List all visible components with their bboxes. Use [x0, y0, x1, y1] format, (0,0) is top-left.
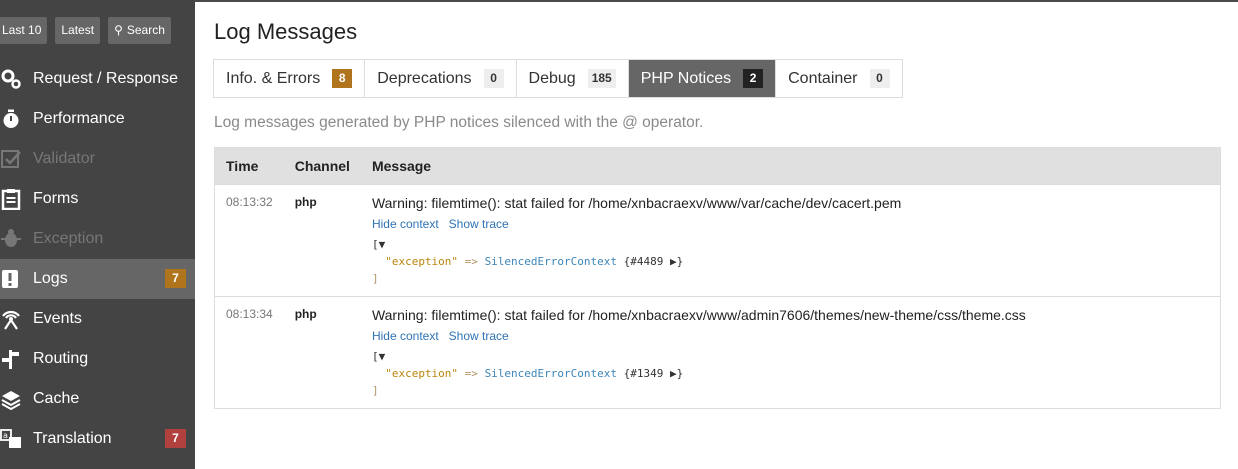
log-message-cell: Warning: filemtime(): stat failed for /h… — [360, 296, 1221, 409]
sidebar-item-performance[interactable]: Performance — [0, 99, 195, 139]
log-channel: php — [283, 296, 361, 409]
search-icon: ⚲ — [114, 23, 123, 37]
dump-class: SilencedErrorContext — [484, 255, 618, 268]
search-button[interactable]: ⚲ Search — [108, 17, 171, 44]
log-time: 08:13:32 — [214, 184, 284, 297]
sidebar-menu: Request / Response Performance Validator… — [0, 59, 195, 459]
sidebar-item-label: Performance — [33, 110, 125, 127]
dump-ref-toggle[interactable]: {#1349 ▶} — [624, 367, 684, 380]
tab-count: 185 — [587, 69, 616, 88]
sidebar-item-cache[interactable]: Cache — [0, 379, 195, 419]
log-channel: php — [283, 184, 361, 297]
sidebar-item-label: Translation — [33, 430, 112, 447]
translation-count-badge: 7 — [165, 429, 186, 448]
dump-class: SilencedErrorContext — [484, 367, 618, 380]
log-message: Warning: filemtime(): stat failed for /h… — [371, 307, 1026, 323]
svg-text:a: a — [3, 431, 8, 440]
stopwatch-icon — [0, 108, 22, 130]
tab-container[interactable]: Container 0 — [776, 60, 901, 97]
table-row: 08:13:34 php Warning: filemtime(): stat … — [214, 296, 1221, 409]
sidebar-item-exception[interactable]: Exception — [0, 219, 195, 259]
table-row: 08:13:32 php Warning: filemtime(): stat … — [214, 184, 1221, 297]
show-trace-link[interactable]: Show trace — [449, 329, 509, 343]
tab-count: 0 — [483, 69, 504, 88]
tab-debug[interactable]: Debug 185 — [517, 60, 629, 97]
dump-key: "exception" — [385, 367, 459, 380]
sidebar-item-label: Cache — [33, 390, 80, 407]
dump-arrow: => — [458, 255, 485, 268]
sidebar-item-translation[interactable]: a Translation 7 — [0, 419, 195, 459]
column-header-channel: Channel — [283, 147, 361, 185]
page-title: Log Messages — [214, 19, 358, 44]
checkbox-icon — [0, 148, 22, 170]
context-dump: [▼ "exception" => SilencedErrorContext {… — [372, 348, 1209, 408]
sidebar-item-label: Validator — [33, 150, 95, 167]
column-header-time: Time — [214, 147, 284, 185]
tab-label: Deprecations — [377, 69, 472, 87]
sidebar-item-label: Request / Response — [33, 70, 178, 87]
translate-icon: a — [0, 428, 22, 450]
dump-close: ] — [371, 384, 379, 397]
tab-label: Container — [788, 69, 858, 87]
cogs-icon — [0, 68, 22, 90]
show-trace-link[interactable]: Show trace — [449, 217, 509, 231]
log-table: Time Channel Message 08:13:32 php Warnin… — [214, 147, 1221, 409]
sidebar-item-label: Exception — [33, 230, 104, 247]
dump-arrow: => — [458, 367, 485, 380]
log-actions: Hide context Show trace — [372, 329, 1209, 343]
main-panel: Log Messages Info. & Errors 8 Deprecatio… — [195, 2, 1238, 469]
tab-count: 8 — [332, 69, 353, 88]
last-10-button[interactable]: Last 10 — [0, 17, 48, 44]
log-tabs: Info. & Errors 8 Deprecations 0 Debug 18… — [213, 59, 903, 98]
search-button-label: Search — [126, 23, 165, 37]
sidebar-item-routing[interactable]: Routing — [0, 339, 195, 379]
tab-count: 0 — [869, 69, 890, 88]
tab-info-errors[interactable]: Info. & Errors 8 — [214, 60, 366, 97]
dump-toggle[interactable]: [▼ — [372, 350, 385, 363]
tab-label: Debug — [528, 69, 576, 87]
sidebar-item-label: Routing — [33, 350, 89, 367]
context-dump: [▼ "exception" => SilencedErrorContext {… — [372, 236, 1209, 296]
sidebar-item-validator[interactable]: Validator — [0, 139, 195, 179]
dump-close: ] — [371, 272, 379, 285]
alert-icon — [0, 268, 22, 290]
hide-context-link[interactable]: Hide context — [372, 329, 439, 343]
tab-count: 2 — [743, 69, 764, 88]
signpost-icon — [0, 348, 22, 370]
tab-label: PHP Notices — [640, 69, 732, 87]
log-message: Warning: filemtime(): stat failed for /h… — [371, 195, 902, 211]
tab-description: Log messages generated by PHP notices si… — [214, 114, 704, 131]
dump-toggle[interactable]: [▼ — [372, 238, 385, 251]
sidebar-shortcuts: Last 10 Latest ⚲ Search — [0, 17, 171, 45]
sidebar-item-forms[interactable]: Forms — [0, 179, 195, 219]
bug-icon — [0, 228, 22, 250]
column-header-message: Message — [360, 147, 1221, 185]
dump-key: "exception" — [385, 255, 459, 268]
logs-count-badge: 7 — [165, 269, 186, 288]
sidebar-item-label: Events — [33, 310, 82, 327]
log-actions: Hide context Show trace — [372, 217, 1209, 231]
sidebar: Last 10 Latest ⚲ Search Request / Respons… — [0, 0, 195, 469]
layers-icon — [0, 388, 22, 410]
sidebar-item-logs[interactable]: Logs 7 — [0, 259, 195, 299]
latest-button[interactable]: Latest — [55, 17, 101, 44]
log-message-cell: Warning: filemtime(): stat failed for /h… — [360, 184, 1221, 297]
clipboard-icon — [0, 188, 22, 210]
sidebar-item-label: Logs — [33, 270, 68, 287]
tab-label: Info. & Errors — [226, 69, 321, 87]
dump-ref-toggle[interactable]: {#4489 ▶} — [624, 255, 684, 268]
table-header-row: Time Channel Message — [214, 147, 1221, 185]
tab-php-notices[interactable]: PHP Notices 2 — [628, 60, 777, 97]
sidebar-item-request-response[interactable]: Request / Response — [0, 59, 195, 99]
hide-context-link[interactable]: Hide context — [372, 217, 439, 231]
broadcast-icon — [0, 308, 22, 330]
sidebar-item-events[interactable]: Events — [0, 299, 195, 339]
sidebar-item-label: Forms — [33, 190, 79, 207]
tab-deprecations[interactable]: Deprecations 0 — [365, 60, 517, 97]
log-time: 08:13:34 — [214, 296, 284, 409]
